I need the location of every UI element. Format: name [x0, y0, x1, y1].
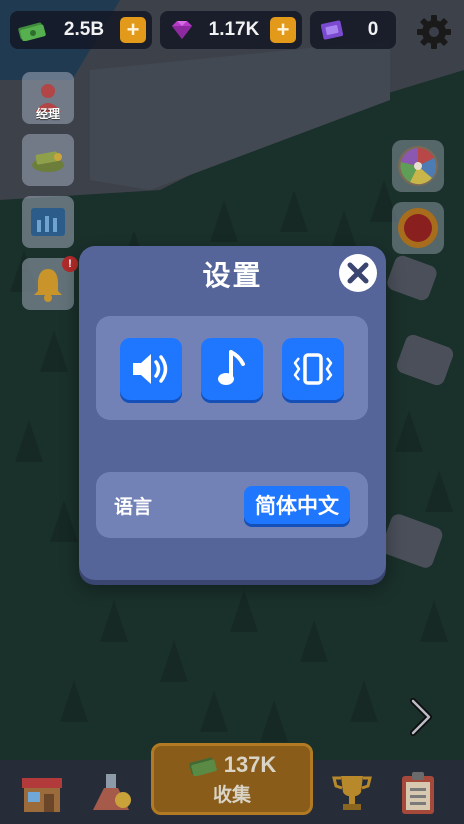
add-gems-button[interactable]: + — [270, 17, 296, 43]
settings-gear-button[interactable] — [414, 12, 454, 52]
cash-stack-icon — [16, 18, 48, 42]
manager-label: 经理 — [35, 107, 60, 121]
music-note-icon — [218, 350, 245, 385]
currency-bar: 2.5B + 1.17K + 0 — [10, 11, 396, 51]
close-button[interactable] — [339, 254, 377, 292]
language-label: 语言 — [114, 497, 153, 518]
prize-wheel-button[interactable] — [392, 140, 444, 192]
speaker-icon — [133, 354, 168, 384]
notification-badge: ! — [62, 256, 78, 272]
ticket-icon — [316, 18, 348, 42]
gems-counter: 1.17K + — [160, 11, 302, 49]
event-button[interactable] — [392, 202, 444, 254]
cash-boost-button[interactable] — [22, 134, 74, 186]
bell-icon — [34, 269, 62, 302]
clipboard-icon — [402, 772, 434, 814]
trophy-icon — [332, 776, 372, 810]
gems-value: 1.17K — [208, 19, 260, 40]
audio-toggle-panel — [96, 316, 368, 420]
storefront-icon — [22, 778, 62, 812]
close-icon — [347, 262, 369, 284]
prize-wheel-icon — [398, 146, 438, 186]
money-counter: 2.5B + — [10, 11, 152, 49]
chart-board-icon — [31, 208, 65, 236]
research-button[interactable] — [82, 766, 142, 820]
music-toggle-button[interactable] — [201, 338, 263, 400]
language-panel: 语言 简体中文 — [96, 472, 368, 538]
manager-button[interactable]: 经理 — [22, 72, 74, 124]
collect-label: 收集 — [212, 784, 251, 806]
money-value: 2.5B — [63, 19, 105, 40]
language-select-button[interactable]: 简体中文 — [244, 486, 350, 524]
stats-button[interactable] — [22, 196, 74, 248]
shop-button[interactable] — [12, 766, 72, 820]
add-money-button[interactable]: + — [120, 17, 146, 43]
money-pile-icon — [32, 151, 64, 172]
notifications-button[interactable]: ! — [22, 256, 78, 310]
vibration-icon — [293, 353, 333, 385]
next-area-arrow[interactable] — [404, 696, 438, 738]
chevron-right-icon — [410, 698, 432, 736]
tickets-counter: 0 — [310, 11, 396, 49]
cash-stack-icon — [189, 757, 217, 776]
purple-gem-icon — [166, 18, 198, 42]
trophy-button[interactable] — [322, 766, 382, 820]
vibration-toggle-button[interactable] — [282, 338, 344, 400]
settings-dialog: 设置 语言 简体中文 — [79, 246, 386, 580]
tasks-button[interactable] — [388, 766, 448, 820]
tickets-value: 0 — [367, 19, 379, 40]
flask-icon — [93, 774, 131, 810]
collect-amount: 137K — [223, 751, 277, 777]
sound-toggle-button[interactable] — [120, 338, 182, 400]
collect-button[interactable]: 137K 收集 — [151, 743, 313, 815]
coin-disc-icon — [398, 208, 438, 248]
gear-icon — [417, 15, 451, 49]
